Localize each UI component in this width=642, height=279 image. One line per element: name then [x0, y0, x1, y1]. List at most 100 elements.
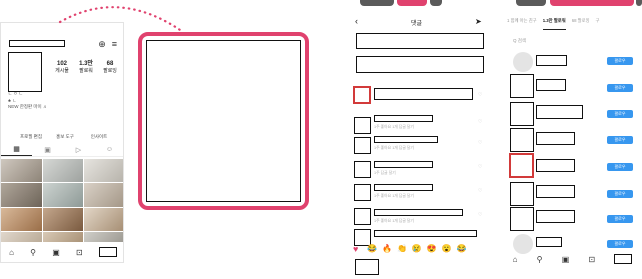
- photo-grid: [1, 159, 123, 255]
- tab-more[interactable]: 구: [596, 18, 600, 30]
- grid-photo[interactable]: [42, 159, 84, 183]
- search-icon[interactable]: ⚲: [537, 255, 543, 264]
- avatar[interactable]: [510, 128, 534, 152]
- tab-followers[interactable]: 1.3만 팔로워: [542, 18, 566, 30]
- bag-icon[interactable]: ⊡: [588, 255, 595, 264]
- highlight-card: [138, 32, 309, 210]
- home-icon[interactable]: ⌂: [9, 248, 14, 257]
- follow-button[interactable]: 팔로우: [607, 110, 633, 118]
- redacted-input-avatar: [355, 259, 379, 275]
- redacted-comment: [374, 209, 463, 216]
- emoji-button[interactable]: 😂: [457, 244, 467, 253]
- grid-photo[interactable]: [84, 207, 123, 231]
- heart-icon[interactable]: ♥: [353, 244, 358, 254]
- follow-button[interactable]: 팔로우: [607, 215, 633, 223]
- shop-icon[interactable]: ▣: [52, 248, 60, 257]
- edit-profile-button[interactable]: 프로필 편집: [17, 133, 45, 141]
- bag-icon[interactable]: ⊡: [76, 248, 83, 257]
- avatar[interactable]: [510, 102, 534, 126]
- like-icon[interactable]: ♡: [478, 164, 482, 170]
- menu-icon[interactable]: ≡: [112, 39, 117, 50]
- redacted-post-caption: [356, 56, 484, 73]
- follow-button[interactable]: 팔로우: [607, 84, 633, 92]
- comment-meta: 1주 좋아요 1개 답글 달기: [374, 146, 414, 150]
- redacted-comment: [374, 161, 433, 168]
- redacted-profile-tab[interactable]: [98, 247, 117, 257]
- redacted-comment: [374, 136, 438, 143]
- grid-photo[interactable]: [84, 159, 123, 183]
- insights-button[interactable]: 인사이트: [85, 133, 113, 141]
- bottom-nav: ⌂ ⚲ ▣ ⊡: [503, 251, 642, 267]
- comment-meta: 1주 좋아요 1개 답글 달기: [374, 219, 414, 223]
- follow-button[interactable]: 팔로우: [607, 136, 633, 144]
- avatar[interactable]: [510, 74, 534, 98]
- stat-followers[interactable]: 1.3만 팔로워: [75, 61, 97, 75]
- comments-header: ‹ 댓글 ➤: [347, 16, 492, 30]
- redacted-username: [536, 55, 567, 66]
- comment-avatar[interactable]: [354, 117, 371, 134]
- like-icon[interactable]: ♡: [478, 92, 482, 98]
- redacted-profile-tab[interactable]: [614, 254, 633, 264]
- tab-mutual[interactable]: 1 함께 아는 친구: [507, 18, 537, 30]
- video-icon[interactable]: ▷: [63, 143, 94, 156]
- grid-photo[interactable]: [1, 159, 42, 183]
- comment-avatar[interactable]: [354, 184, 371, 201]
- comment-meta: 1주 좋아요 1개 답글 달기: [374, 125, 414, 129]
- follow-button[interactable]: 팔로우: [607, 240, 633, 248]
- avatar[interactable]: [510, 182, 534, 206]
- emoji-button[interactable]: 😍: [427, 244, 437, 253]
- like-icon[interactable]: ♡: [478, 188, 482, 194]
- follow-button[interactable]: 팔로우: [607, 163, 633, 171]
- stat-posts[interactable]: 102 게시물: [51, 61, 73, 75]
- emoji-button[interactable]: 👏: [397, 244, 407, 253]
- comments-screen: ‹ 댓글 ➤ ♡ 1주 좋아요 1개 답글 달기 ♡ 1주 좋아요 1개 답글 …: [347, 12, 492, 279]
- grid-photo[interactable]: [1, 207, 42, 231]
- follow-button[interactable]: 팔로우: [607, 57, 633, 65]
- comment-meta: 1주 좋아요 1개 답글 달기: [374, 194, 414, 198]
- redacted-username: [536, 210, 575, 223]
- follow-button[interactable]: 팔로우: [607, 190, 633, 198]
- emoji-button[interactable]: 😮: [442, 244, 452, 253]
- send-icon[interactable]: ➤: [475, 17, 482, 26]
- chevron-left-icon[interactable]: ‹: [355, 16, 358, 26]
- like-icon[interactable]: ♡: [478, 119, 482, 125]
- emoji-button[interactable]: 😂: [367, 244, 377, 253]
- shop-icon[interactable]: ▣: [562, 255, 570, 264]
- comment-avatar[interactable]: [353, 86, 371, 104]
- redacted-username: [9, 40, 65, 47]
- search-input[interactable]: Q 검색: [513, 38, 526, 44]
- like-icon[interactable]: ♡: [478, 212, 482, 218]
- promo-tools-button[interactable]: 홍보 도구: [51, 133, 79, 141]
- grid-photo[interactable]: [84, 183, 123, 207]
- like-icon[interactable]: ♡: [478, 140, 482, 146]
- reels-icon[interactable]: ▣: [32, 143, 63, 156]
- grid-icon[interactable]: ▦: [1, 143, 32, 156]
- profile-tabs: ▦ ▣ ▷ ☺: [1, 143, 123, 157]
- top-banner-right: [516, 0, 642, 9]
- tagged-icon[interactable]: ☺: [94, 143, 123, 156]
- redacted-post-caption: [356, 33, 484, 49]
- add-icon[interactable]: ⊕: [98, 39, 106, 50]
- redacted-username: [536, 132, 575, 145]
- emoji-button[interactable]: 🔥: [382, 244, 392, 253]
- avatar[interactable]: [510, 207, 534, 231]
- comment-meta: 1주 답글 달기: [374, 171, 396, 175]
- bio-line: ㄴ ㅇ ㄴ: [8, 91, 23, 96]
- comment-avatar[interactable]: [354, 208, 371, 225]
- comment-avatar[interactable]: [354, 137, 371, 154]
- emoji-button[interactable]: 😢: [412, 244, 422, 253]
- comment-avatar[interactable]: [354, 161, 371, 178]
- bottom-nav: ⌂ ⚲ ▣ ⊡: [1, 242, 123, 262]
- bio-link[interactable]: NEW 한정판 마이 ♬: [8, 104, 47, 110]
- search-icon[interactable]: ⚲: [30, 248, 36, 257]
- redacted-username: [536, 79, 566, 91]
- grid-photo[interactable]: [42, 183, 84, 207]
- redacted-username: [536, 185, 575, 198]
- home-icon[interactable]: ⌂: [513, 255, 518, 264]
- tab-following[interactable]: 68 팔로잉: [572, 18, 590, 30]
- grid-photo[interactable]: [1, 183, 42, 207]
- avatar[interactable]: [509, 153, 534, 178]
- grid-photo[interactable]: [42, 207, 84, 231]
- stat-following[interactable]: 68 팔로잉: [99, 61, 121, 75]
- avatar[interactable]: [513, 52, 533, 72]
